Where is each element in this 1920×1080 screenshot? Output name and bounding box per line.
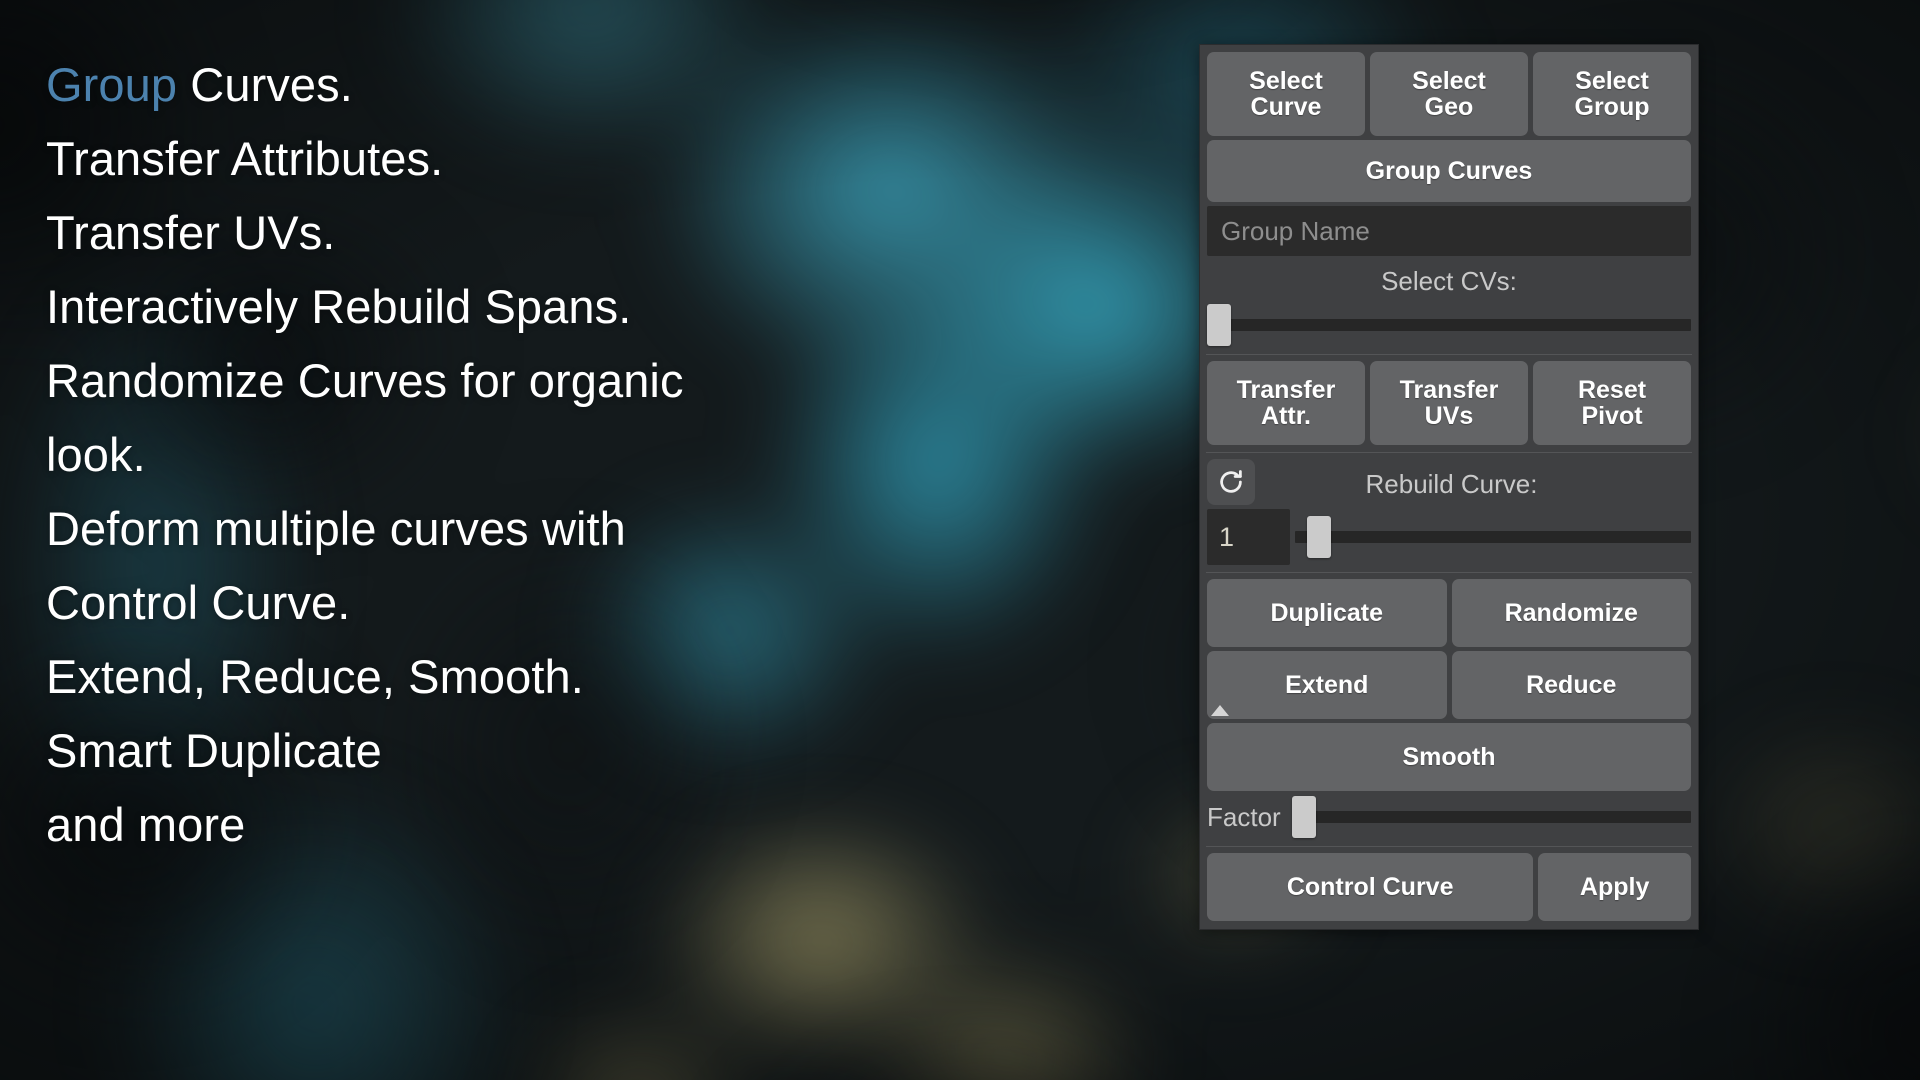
- select-group-button[interactable]: Select Group: [1533, 52, 1691, 136]
- select-cvs-slider[interactable]: [1207, 303, 1691, 347]
- group-curves-row: Group Curves: [1204, 138, 1694, 204]
- factor-label: Factor: [1207, 801, 1281, 832]
- apply-button[interactable]: Apply: [1538, 853, 1691, 921]
- select-cvs-slider-thumb[interactable]: [1207, 304, 1231, 346]
- select-cvs-label-row: Select CVs:: [1204, 258, 1694, 301]
- extend-reduce-row: Extend Reduce: [1204, 649, 1694, 721]
- randomize-button[interactable]: Randomize: [1451, 579, 1691, 647]
- rebuild-curve-slider-thumb[interactable]: [1307, 516, 1331, 558]
- expand-triangle-icon: [1211, 705, 1229, 716]
- extend-button-label: Extend: [1285, 670, 1369, 699]
- divider-2: [1206, 452, 1692, 453]
- rebuild-curve-slider[interactable]: [1295, 515, 1691, 559]
- feature-accent-word: Group: [46, 58, 178, 111]
- factor-slider-track: [1291, 811, 1691, 823]
- factor-slider[interactable]: [1291, 795, 1691, 839]
- bottom-button-row: Control Curve Apply: [1204, 851, 1694, 923]
- control-curve-button[interactable]: Control Curve: [1207, 853, 1534, 921]
- rebuild-curve-header-row: Rebuild Curve:: [1204, 457, 1694, 507]
- feature-line-5: Randomize Curves for organic: [46, 354, 684, 407]
- duplicate-randomize-row: Duplicate Randomize: [1204, 577, 1694, 649]
- feature-line-11: and more: [46, 798, 246, 851]
- smooth-button[interactable]: Smooth: [1207, 723, 1691, 791]
- rebuild-curve-slider-track: [1295, 531, 1691, 543]
- divider-4: [1206, 846, 1692, 847]
- select-cvs-label: Select CVs:: [1381, 266, 1517, 296]
- factor-slider-thumb[interactable]: [1291, 796, 1316, 838]
- select-cvs-slider-row: [1204, 301, 1694, 349]
- group-curves-button[interactable]: Group Curves: [1207, 140, 1691, 202]
- reduce-button[interactable]: Reduce: [1451, 651, 1691, 719]
- extend-button[interactable]: Extend: [1207, 651, 1447, 719]
- feature-line-9: Extend, Reduce, Smooth.: [46, 650, 584, 703]
- select-curve-button[interactable]: Select Curve: [1207, 52, 1365, 136]
- reset-pivot-button[interactable]: Reset Pivot: [1533, 361, 1691, 445]
- select-geo-button[interactable]: Select Geo: [1370, 52, 1528, 136]
- refresh-icon[interactable]: [1207, 459, 1255, 505]
- feature-line-1-text: Curves.: [177, 58, 353, 111]
- factor-row: Factor: [1204, 793, 1694, 841]
- smooth-row: Smooth: [1204, 721, 1694, 793]
- feature-line-2: Transfer Attributes.: [46, 132, 444, 185]
- feature-line-1: Group Curves.: [46, 48, 1026, 122]
- group-name-input[interactable]: [1207, 206, 1691, 256]
- group-name-row: [1204, 204, 1694, 258]
- rebuild-curve-label: Rebuild Curve:: [1365, 468, 1538, 499]
- feature-line-4: Interactively Rebuild Spans.: [46, 280, 632, 333]
- transfer-uvs-button[interactable]: Transfer UVs: [1370, 361, 1528, 445]
- divider-1: [1206, 354, 1692, 355]
- duplicate-button[interactable]: Duplicate: [1207, 579, 1447, 647]
- feature-text-block: Group Curves. Transfer Attributes. Trans…: [46, 48, 1026, 862]
- feature-line-6: look.: [46, 428, 146, 481]
- screenshot-root: Group Curves. Transfer Attributes. Trans…: [0, 0, 1920, 1080]
- feature-line-10: Smart Duplicate: [46, 724, 382, 777]
- select-cvs-slider-track: [1207, 319, 1691, 331]
- transfer-attr-button[interactable]: Transfer Attr.: [1207, 361, 1365, 445]
- transfer-button-row: Transfer Attr. Transfer UVs Reset Pivot: [1204, 359, 1694, 447]
- rebuild-curve-value-row: [1204, 507, 1694, 567]
- feature-line-7: Deform multiple curves with: [46, 502, 626, 555]
- feature-line-3: Transfer UVs.: [46, 206, 336, 259]
- rebuild-spans-input[interactable]: [1207, 509, 1290, 565]
- curve-tools-panel: Select Curve Select Geo Select Group Gro…: [1199, 44, 1699, 930]
- select-button-row: Select Curve Select Geo Select Group: [1204, 50, 1694, 138]
- feature-line-8: Control Curve.: [46, 576, 351, 629]
- divider-3: [1206, 572, 1692, 573]
